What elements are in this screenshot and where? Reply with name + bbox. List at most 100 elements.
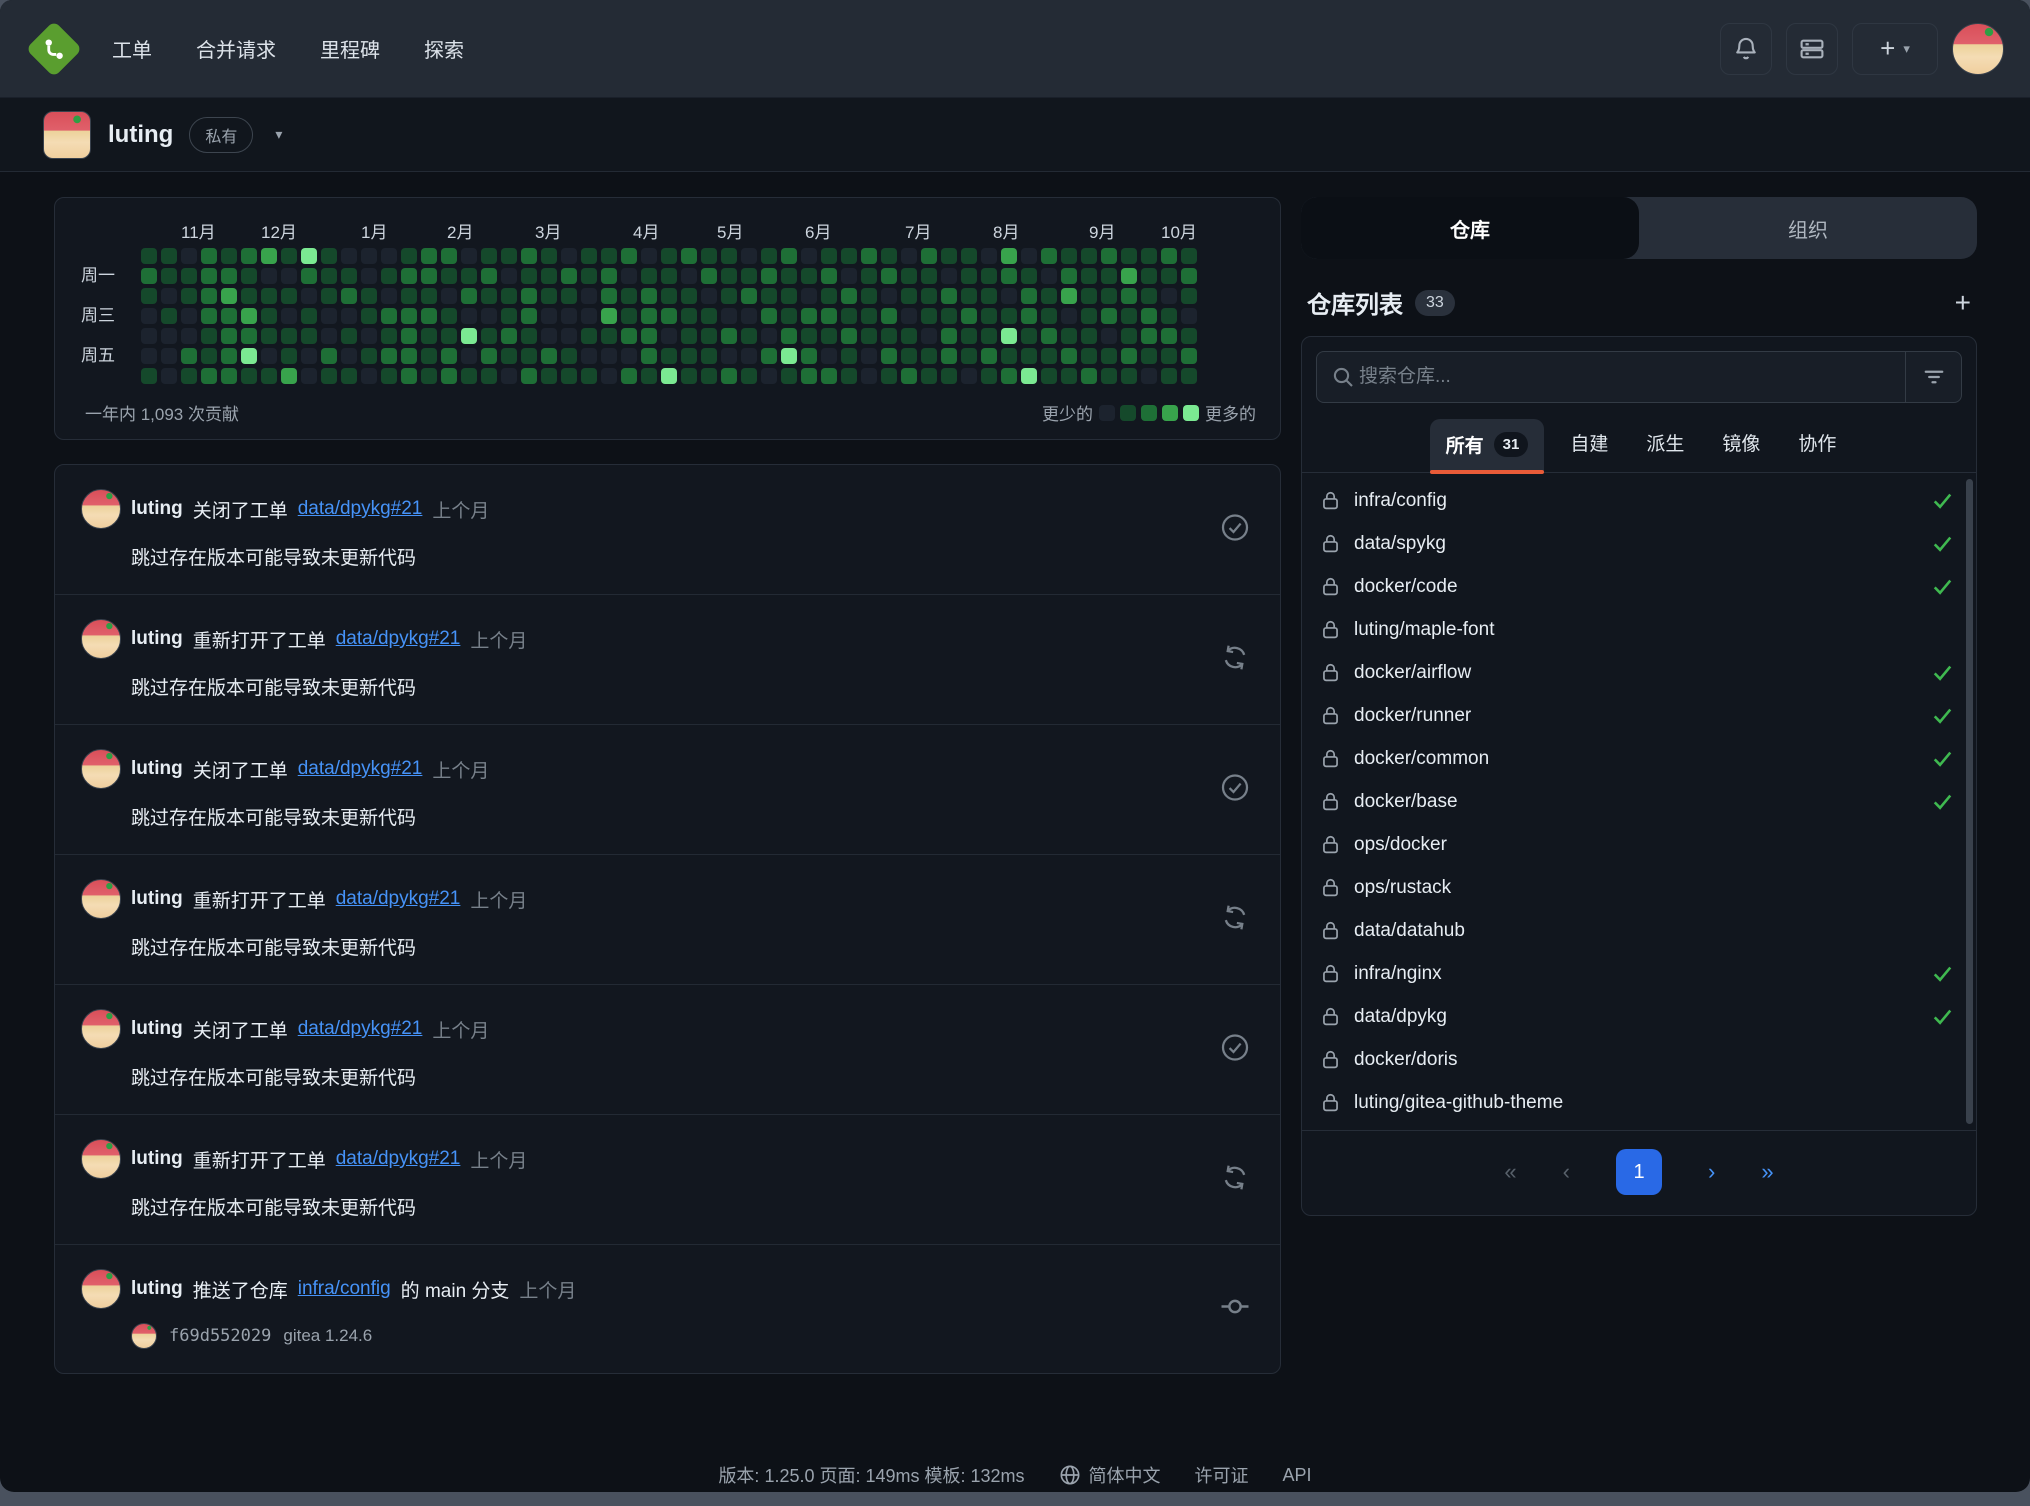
feed-username[interactable]: luting	[131, 1018, 183, 1040]
navbar-link-1[interactable]: 工单	[112, 34, 152, 63]
feed-username[interactable]: luting	[131, 1278, 183, 1300]
repo-link[interactable]: data/datahub	[1354, 920, 1465, 942]
profile-username[interactable]: luting	[108, 121, 173, 149]
heatmap-cell	[1141, 268, 1157, 284]
heatmap-cell	[321, 288, 337, 304]
heatmap-cell	[341, 368, 357, 384]
repo-link[interactable]: luting/gitea-github-theme	[1354, 1092, 1563, 1114]
heatmap-cell	[221, 288, 237, 304]
repo-link[interactable]: luting/maple-font	[1354, 619, 1494, 641]
gitea-logo[interactable]	[26, 21, 82, 77]
repo-search-input[interactable]	[1359, 366, 1905, 388]
repo-list-scrollbar[interactable]	[1966, 479, 1973, 1124]
heatmap-cell	[721, 348, 737, 364]
repo-search-row	[1302, 337, 1976, 417]
heatmap-cell	[381, 368, 397, 384]
heatmap-cell	[1121, 308, 1137, 324]
repo-link[interactable]: docker/runner	[1354, 705, 1471, 727]
user-avatar[interactable]	[1952, 23, 2004, 75]
repo-link[interactable]: data/spykg	[1354, 533, 1446, 555]
heatmap-month-label: 6月	[805, 218, 831, 243]
heatmap-cell	[341, 308, 357, 324]
feed-repo-link[interactable]: data/dpykg#21	[336, 1148, 461, 1170]
repo-link[interactable]: docker/code	[1354, 576, 1458, 598]
repo-link[interactable]: infra/nginx	[1354, 963, 1442, 985]
filter-tab-3[interactable]: 派生	[1634, 417, 1696, 472]
filter-tab-1[interactable]: 所有31	[1430, 419, 1545, 472]
feed-repo-link[interactable]: data/dpykg#21	[298, 758, 423, 780]
heatmap-cell	[661, 288, 677, 304]
feed-item: luting重新打开了工单data/dpykg#21上个月跳过存在版本可能导致未…	[55, 854, 1280, 984]
heatmap-cell	[1161, 328, 1177, 344]
profile-dropdown-caret[interactable]: ▾	[275, 126, 282, 143]
tab-repositories[interactable]: 仓库	[1301, 197, 1639, 259]
feed-username[interactable]: luting	[131, 498, 183, 520]
repo-filter-button[interactable]	[1905, 352, 1961, 402]
feed-user-avatar[interactable]	[81, 619, 121, 659]
heatmap-month-label: 12月	[261, 218, 297, 243]
heatmap-cell	[361, 328, 377, 344]
feed-repo-link[interactable]: data/dpykg#21	[336, 888, 461, 910]
feed-repo-link[interactable]: data/dpykg#21	[298, 498, 423, 520]
heatmap-cell	[641, 348, 657, 364]
filter-tab-4[interactable]: 镜像	[1710, 417, 1772, 472]
profile-avatar[interactable]	[43, 111, 91, 159]
heatmap-cell	[721, 368, 737, 384]
heatmap-cell	[781, 348, 797, 364]
language-selector[interactable]: 简体中文	[1059, 1462, 1161, 1488]
feed-repo-link[interactable]: infra/config	[298, 1278, 391, 1300]
heatmap-cell	[481, 348, 497, 364]
license-link[interactable]: 许可证	[1195, 1462, 1249, 1488]
pagination-next[interactable]: ›	[1708, 1159, 1715, 1185]
repo-link[interactable]: ops/rustack	[1354, 877, 1451, 899]
feed-username[interactable]: luting	[131, 888, 183, 910]
feed-issue-title: 跳过存在版本可能导致未更新代码	[131, 933, 1200, 960]
heatmap-cell	[741, 308, 757, 324]
navbar-link-3[interactable]: 里程碑	[320, 34, 380, 63]
issue-reopened-icon	[1220, 642, 1250, 677]
heatmap-cell	[761, 288, 777, 304]
repo-link[interactable]: ops/docker	[1354, 834, 1447, 856]
heatmap-cell	[181, 268, 197, 284]
repo-link[interactable]: docker/airflow	[1354, 662, 1471, 684]
feed-repo-link[interactable]: data/dpykg#21	[298, 1018, 423, 1040]
repo-link[interactable]: docker/base	[1354, 791, 1458, 813]
filter-tab-5[interactable]: 协作	[1786, 417, 1848, 472]
heatmap-weekday-label	[73, 288, 141, 308]
repo-link[interactable]: docker/doris	[1354, 1049, 1458, 1071]
heatmap-cell	[161, 268, 177, 284]
notifications-button[interactable]	[1720, 23, 1772, 75]
feed-user-avatar[interactable]	[81, 1139, 121, 1179]
feed-repo-link[interactable]: data/dpykg#21	[336, 628, 461, 650]
feed-username[interactable]: luting	[131, 1148, 183, 1170]
api-link[interactable]: API	[1283, 1465, 1312, 1486]
heatmap-cell	[1101, 348, 1117, 364]
feed-username[interactable]: luting	[131, 758, 183, 780]
heatmap-cell	[921, 248, 937, 264]
repo-link[interactable]: docker/common	[1354, 748, 1489, 770]
create-new-button[interactable]: + ▾	[1852, 23, 1938, 75]
lock-icon	[1320, 1049, 1341, 1070]
heatmap-cell	[1061, 268, 1077, 284]
feed-user-avatar[interactable]	[81, 879, 121, 919]
pagination-page-1[interactable]: 1	[1616, 1149, 1662, 1195]
feed-user-avatar[interactable]	[81, 749, 121, 789]
admin-panel-button[interactable]	[1786, 23, 1838, 75]
repo-link[interactable]: data/dpykg	[1354, 1006, 1447, 1028]
navbar-link-2[interactable]: 合并请求	[196, 34, 276, 63]
feed-user-avatar[interactable]	[81, 1009, 121, 1049]
feed-username[interactable]: luting	[131, 628, 183, 650]
tab-organizations[interactable]: 组织	[1639, 197, 1977, 259]
filter-tab-2[interactable]: 自建	[1558, 417, 1620, 472]
navbar-link-4[interactable]: 探索	[424, 34, 464, 63]
heatmap-cell	[281, 348, 297, 364]
heatmap-cell	[841, 288, 857, 304]
feed-user-avatar[interactable]	[81, 1269, 121, 1309]
repo-link[interactable]: infra/config	[1354, 490, 1447, 512]
heatmap-month-label: 9月	[1089, 218, 1115, 243]
commit-hash-link[interactable]: f69d552029	[169, 1326, 271, 1346]
pagination-last[interactable]: »	[1761, 1159, 1773, 1185]
heatmap-cell	[681, 308, 697, 324]
feed-user-avatar[interactable]	[81, 489, 121, 529]
add-repo-button[interactable]: +	[1955, 287, 1971, 319]
